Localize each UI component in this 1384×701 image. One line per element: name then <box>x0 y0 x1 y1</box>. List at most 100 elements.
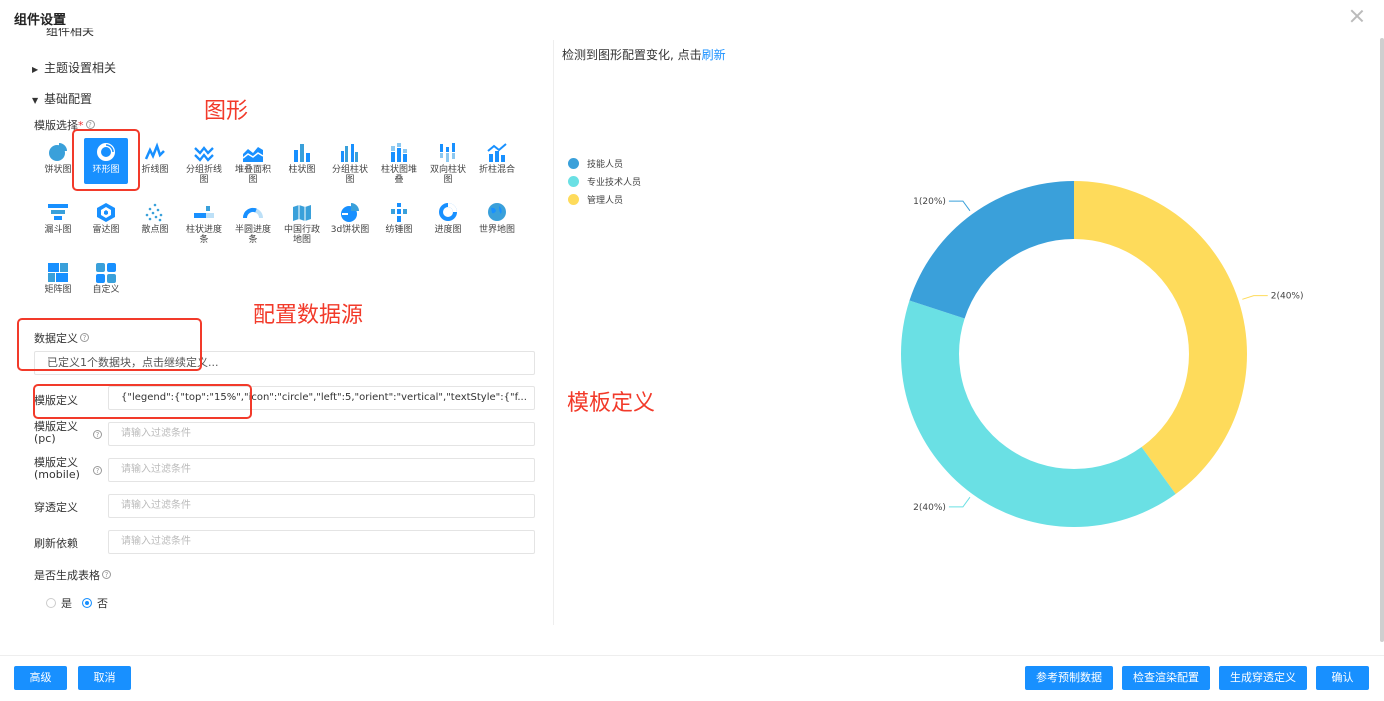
slice-label: 1(20%) <box>913 197 946 207</box>
template-item[interactable]: 柱状图堆叠 <box>377 142 421 185</box>
gen-drill-button[interactable]: 生成穿透定义 <box>1219 666 1307 690</box>
template-item-label: 自定义 <box>92 285 120 295</box>
template-item[interactable]: 中国行政地图 <box>280 202 324 245</box>
template-item[interactable]: 进度图 <box>426 202 470 235</box>
scrollbar[interactable] <box>1380 38 1384 642</box>
china-map-icon <box>291 202 313 222</box>
check-render-button[interactable]: 检查渲染配置 <box>1122 666 1210 690</box>
template-item-label: 进度图 <box>434 225 462 235</box>
section-basic-label: 基础配置 <box>44 92 93 106</box>
close-icon[interactable] <box>1349 8 1365 24</box>
template-item[interactable]: 纺锤图 <box>377 202 421 235</box>
matrix-icon <box>47 262 69 282</box>
template-item[interactable]: 半圆进度条 <box>231 202 275 245</box>
drill-label: 穿透定义 <box>34 501 78 514</box>
annotation-box-template <box>33 384 252 419</box>
pie-chart-icon <box>47 142 69 162</box>
template-item-label: 双向柱状图 <box>429 165 466 185</box>
section-basic[interactable]: ▼ 基础配置 <box>32 90 92 107</box>
legend-label: 技能人员 <box>587 160 624 170</box>
bar-chart-icon <box>291 142 313 162</box>
section-theme-label: 主题设置相关 <box>44 61 117 75</box>
template-item[interactable]: 雷达图 <box>84 202 128 235</box>
template-item[interactable]: 矩阵图 <box>36 262 80 295</box>
help-icon: ? <box>93 466 102 475</box>
donut-chart: 2(40%) 2(40%) 1(20%) <box>901 181 1304 527</box>
template-item-label: 漏斗图 <box>44 225 72 235</box>
template-item[interactable]: 柱状进度条 <box>182 202 226 245</box>
donut-slice[interactable] <box>1074 181 1247 494</box>
template-pc-input[interactable]: 请输入过滤条件 <box>108 422 535 446</box>
caret-down-icon: ▼ <box>32 96 39 105</box>
help-icon: ? <box>102 570 111 579</box>
template-item[interactable]: 柱状图 <box>280 142 324 175</box>
stacked-area-icon <box>242 142 264 162</box>
legend-item[interactable]: 技能人员 <box>568 157 623 170</box>
annotation-box-datasource <box>17 318 202 371</box>
label-leader-line <box>948 200 971 212</box>
annotation-template: 模板定义 <box>567 391 656 416</box>
section-component-cut: 组件相关 <box>46 28 95 38</box>
legend-item[interactable]: 管理人员 <box>568 193 623 206</box>
line-chart-icon <box>144 142 166 162</box>
section-theme[interactable]: ▶ 主题设置相关 <box>32 59 116 76</box>
template-item-label: 纺锤图 <box>385 225 413 235</box>
preview-hint: 检测到图形配置变化, 点击刷新 <box>562 48 726 62</box>
help-icon: ? <box>93 430 102 439</box>
template-item[interactable]: 分组折线图 <box>182 142 226 185</box>
label-leader-line <box>948 496 971 508</box>
slice-label: 2(40%) <box>1271 292 1304 302</box>
template-item-label: 折柱混合 <box>478 165 515 175</box>
panel-divider <box>553 40 554 625</box>
template-item-label: 分组折线图 <box>185 165 222 185</box>
template-item[interactable]: 堆叠面积图 <box>231 142 275 185</box>
template-item[interactable]: 双向柱状图 <box>426 142 470 185</box>
template-item[interactable]: 散点图 <box>133 202 177 235</box>
template-item-label: 半圆进度条 <box>234 225 271 245</box>
template-item-label: 柱状图堆叠 <box>380 165 417 185</box>
donut-slice[interactable] <box>901 300 1176 527</box>
progress-ring-icon <box>437 202 459 222</box>
template-item-label: 分组柱状图 <box>331 165 368 185</box>
template-item[interactable]: 分组柱状图 <box>328 142 372 185</box>
bidirectional-bar-icon <box>437 142 459 162</box>
drill-input[interactable]: 请输入过滤条件 <box>108 494 535 518</box>
pie-3d-icon <box>339 202 361 222</box>
footer-divider <box>0 655 1384 656</box>
template-item-label: 中国行政地图 <box>283 225 320 245</box>
slice-label: 2(40%) <box>913 503 946 513</box>
template-item-label: 世界地图 <box>478 225 515 235</box>
radar-icon <box>95 202 117 222</box>
gen-table-yes-radio[interactable]: 是 <box>46 595 72 611</box>
cancel-button[interactable]: 取消 <box>78 666 131 690</box>
globe-icon <box>486 202 508 222</box>
template-item[interactable]: 自定义 <box>84 262 128 295</box>
annotation-box-shape <box>72 129 140 191</box>
template-item[interactable]: 3d饼状图 <box>328 202 372 235</box>
caret-right-icon: ▶ <box>32 65 39 74</box>
template-item[interactable]: 折柱混合 <box>475 142 519 175</box>
help-icon: ? <box>85 120 95 129</box>
template-item[interactable]: 漏斗图 <box>36 202 80 235</box>
legend-dot-icon <box>568 194 579 205</box>
legend-dot-icon <box>568 176 579 187</box>
annotation-datasource: 配置数据源 <box>253 303 364 328</box>
radio-checked-icon <box>82 598 92 608</box>
advanced-button[interactable]: 高级 <box>14 666 67 690</box>
refresh-dep-label: 刷新依赖 <box>34 537 78 550</box>
refresh-link[interactable]: 刷新 <box>702 48 726 62</box>
funnel-icon <box>47 202 69 222</box>
stacked-bar-icon <box>388 142 410 162</box>
confirm-button[interactable]: 确认 <box>1316 666 1369 690</box>
gen-table-no-radio[interactable]: 否 <box>82 595 108 611</box>
legend-item[interactable]: 专业技术人员 <box>568 175 641 188</box>
custom-grid-icon <box>95 262 117 283</box>
template-mobile-input[interactable]: 请输入过滤条件 <box>108 458 535 482</box>
label-leader-line <box>1242 295 1268 300</box>
template-item[interactable]: 世界地图 <box>475 202 519 235</box>
ref-data-button[interactable]: 参考预制数据 <box>1025 666 1113 690</box>
template-item-label: 柱状图 <box>288 165 316 175</box>
refresh-dep-input[interactable]: 请输入过滤条件 <box>108 530 535 554</box>
template-pc-label: 模版定义 (pc) <box>34 420 78 445</box>
dialog-title: 组件设置 <box>14 13 67 28</box>
